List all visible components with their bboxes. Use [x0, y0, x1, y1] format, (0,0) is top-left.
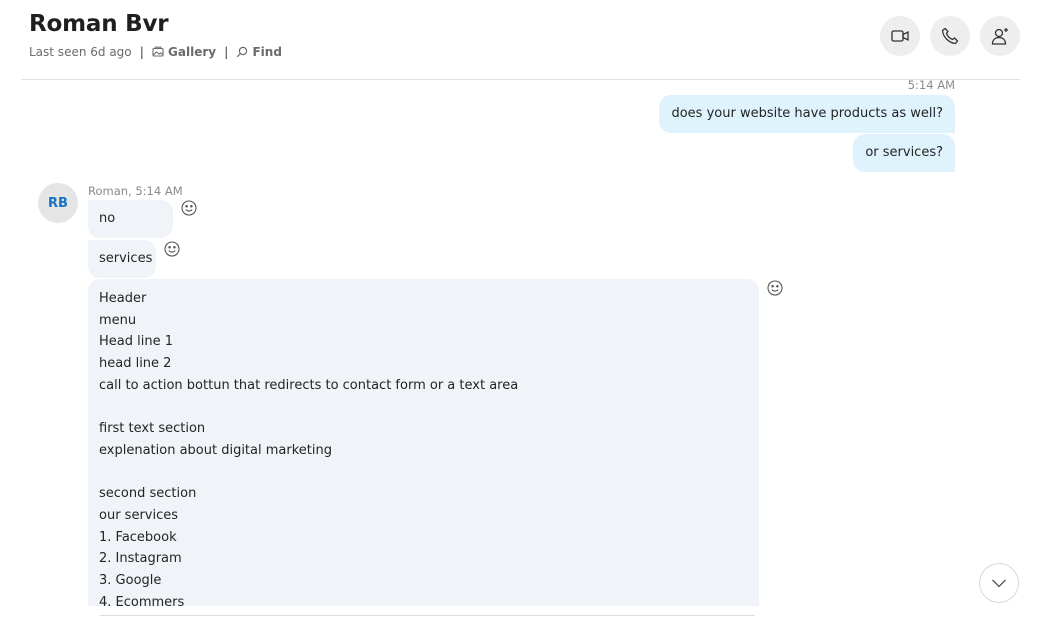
- incoming-message[interactable]: no: [88, 200, 173, 238]
- find-link[interactable]: Find: [236, 45, 282, 59]
- outgoing-message[interactable]: or services?: [853, 134, 955, 172]
- find-label: Find: [252, 45, 282, 59]
- message-line: second section: [99, 486, 197, 502]
- chevron-down-icon: [992, 579, 1006, 588]
- phone-icon: [941, 27, 959, 45]
- smiley-icon[interactable]: [766, 279, 784, 297]
- gallery-icon: [152, 46, 164, 57]
- separator: |: [224, 45, 229, 59]
- composer-divider: [100, 615, 755, 616]
- composer-area: [0, 606, 1050, 629]
- header-divider: [21, 79, 1020, 80]
- video-call-button[interactable]: [880, 16, 920, 56]
- avatar[interactable]: RB: [38, 183, 78, 223]
- message-line: 1. Facebook: [99, 529, 177, 545]
- message-line: Head line 1: [99, 334, 173, 350]
- message-line: our services: [99, 507, 179, 523]
- message-line: first text section: [99, 421, 206, 437]
- scroll-to-bottom-button[interactable]: [979, 563, 1019, 603]
- message-line: 3. Google: [99, 572, 162, 588]
- audio-call-button[interactable]: [930, 16, 970, 56]
- sender-timestamp: Roman, 5:14 AM: [88, 184, 183, 198]
- message-line: menu: [99, 312, 137, 328]
- gallery-label: Gallery: [168, 45, 217, 59]
- message-line: head line 2: [99, 356, 172, 372]
- header-subline: Last seen 6d ago | Gallery | Find: [29, 45, 282, 59]
- message-line: [99, 462, 748, 484]
- smiley-icon[interactable]: [163, 240, 181, 258]
- message-line: 2. Instagram: [99, 551, 182, 567]
- message-timestamp: 5:14 AM: [907, 78, 955, 92]
- last-seen-status: Last seen 6d ago: [29, 45, 132, 59]
- contact-name[interactable]: Roman Bvr: [29, 11, 169, 37]
- message-line: Header: [99, 291, 147, 306]
- outgoing-message[interactable]: does your website have products as well?: [659, 95, 955, 133]
- message-line: [99, 396, 748, 418]
- chat-header: Roman Bvr Last seen 6d ago | Gallery | F…: [0, 0, 1050, 80]
- smiley-icon[interactable]: [180, 199, 198, 217]
- message-line: call to action bottun that redirects to …: [99, 377, 519, 393]
- gallery-link[interactable]: Gallery: [152, 45, 216, 59]
- add-person-icon: [991, 28, 1008, 45]
- incoming-long-message[interactable]: Header menu Head line 1 head line 2 call…: [88, 279, 759, 609]
- header-actions: [880, 16, 1020, 56]
- separator: |: [139, 45, 145, 59]
- incoming-message[interactable]: services: [88, 240, 156, 278]
- message-line: explenation about digital marketing: [99, 442, 332, 458]
- video-camera-icon: [891, 30, 909, 42]
- search-icon: [237, 46, 248, 58]
- add-people-button[interactable]: [980, 16, 1020, 56]
